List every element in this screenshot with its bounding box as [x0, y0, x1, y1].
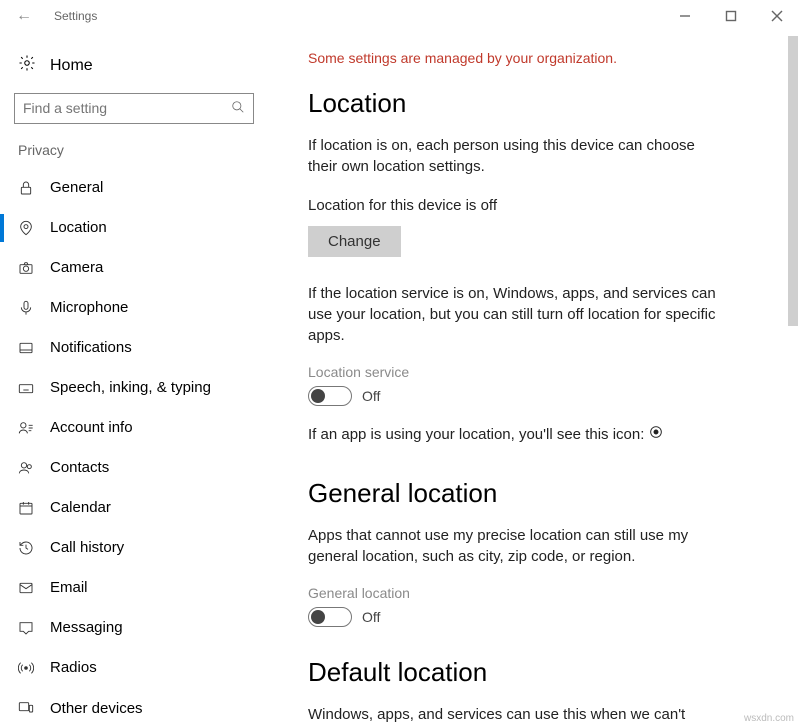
search-box[interactable] [14, 93, 254, 124]
general-location-heading: General location [308, 478, 770, 509]
microphone-icon [18, 300, 40, 316]
sidebar-item-label: Notifications [50, 339, 132, 356]
radio-icon [18, 660, 40, 676]
search-icon [231, 100, 245, 117]
sidebar-item-label: Radios [50, 659, 97, 676]
account-icon [18, 420, 40, 436]
contacts-icon [18, 460, 40, 476]
toggle-state: Off [362, 388, 380, 404]
sidebar-item-general[interactable]: General [0, 168, 268, 208]
sidebar-item-label: Account info [50, 419, 133, 436]
sidebar-item-label: Calendar [50, 499, 111, 516]
location-heading: Location [308, 88, 770, 119]
notification-icon [18, 340, 40, 356]
email-icon [18, 580, 40, 596]
toggle-track [308, 607, 352, 627]
sidebar-item-label: Camera [50, 259, 103, 276]
maximize-button[interactable] [708, 0, 754, 32]
messaging-icon [18, 620, 40, 636]
default-location-desc: Windows, apps, and services can use this… [308, 704, 728, 728]
location-service-label: Location service [308, 364, 770, 380]
sidebar-item-label: Email [50, 579, 88, 596]
search-input[interactable] [23, 100, 231, 116]
sidebar-item-messaging[interactable]: Messaging [0, 608, 268, 648]
general-location-desc: Apps that cannot use my precise location… [308, 525, 728, 567]
lock-icon [18, 180, 40, 196]
location-service-toggle[interactable]: Off [308, 386, 770, 406]
sidebar-item-label: Location [50, 219, 107, 236]
general-location-label: General location [308, 585, 770, 601]
close-button[interactable] [754, 0, 800, 32]
sidebar-item-email[interactable]: Email [0, 568, 268, 608]
sidebar-item-callhistory[interactable]: Call history [0, 528, 268, 568]
location-desc: If location is on, each person using thi… [308, 135, 728, 177]
sidebar-item-radios[interactable]: Radios [0, 648, 268, 688]
location-icon [18, 220, 40, 236]
sidebar-item-label: Other devices [50, 700, 143, 717]
sidebar-item-label: Speech, inking, & typing [50, 379, 211, 396]
sidebar-item-notifications[interactable]: Notifications [0, 328, 268, 368]
sidebar-item-speech[interactable]: Speech, inking, & typing [0, 368, 268, 408]
back-button[interactable]: ← [8, 0, 40, 32]
gear-icon [18, 54, 40, 77]
sidebar-item-account[interactable]: Account info [0, 408, 268, 448]
sidebar-item-otherdevices[interactable]: Other devices [0, 688, 268, 728]
sidebar-item-location[interactable]: Location [0, 208, 268, 248]
window-title: Settings [54, 9, 97, 23]
toggle-state: Off [362, 609, 380, 625]
toggle-track [308, 386, 352, 406]
minimize-button[interactable] [662, 0, 708, 32]
camera-icon [18, 260, 40, 276]
sidebar-item-contacts[interactable]: Contacts [0, 448, 268, 488]
calendar-icon [18, 500, 40, 516]
sidebar-item-microphone[interactable]: Microphone [0, 288, 268, 328]
window-controls [662, 0, 800, 32]
location-icon-note: If an app is using your location, you'll… [308, 424, 770, 444]
history-icon [18, 540, 40, 556]
home-nav[interactable]: Home [0, 48, 268, 93]
sidebar-item-camera[interactable]: Camera [0, 248, 268, 288]
sidebar-item-label: General [50, 179, 103, 196]
location-target-icon [648, 424, 664, 444]
device-location-status: Location for this device is off [308, 195, 728, 216]
default-location-heading: Default location [308, 657, 770, 688]
home-label: Home [50, 57, 93, 75]
scrollbar[interactable] [788, 36, 798, 326]
devices-icon [18, 700, 40, 716]
sidebar: Home Privacy General Location Camera Mic… [0, 32, 268, 728]
general-location-toggle[interactable]: Off [308, 607, 770, 627]
sidebar-item-calendar[interactable]: Calendar [0, 488, 268, 528]
keyboard-icon [18, 380, 40, 396]
sidebar-item-label: Contacts [50, 459, 109, 476]
sidebar-item-label: Call history [50, 539, 124, 556]
watermark: wsxdn.com [744, 713, 794, 724]
sidebar-item-label: Microphone [50, 299, 128, 316]
main-content: Some settings are managed by your organi… [268, 32, 800, 728]
location-service-desc: If the location service is on, Windows, … [308, 283, 728, 346]
change-button[interactable]: Change [308, 226, 401, 257]
category-header: Privacy [0, 142, 268, 168]
sidebar-item-label: Messaging [50, 619, 123, 636]
org-managed-message: Some settings are managed by your organi… [308, 50, 770, 66]
